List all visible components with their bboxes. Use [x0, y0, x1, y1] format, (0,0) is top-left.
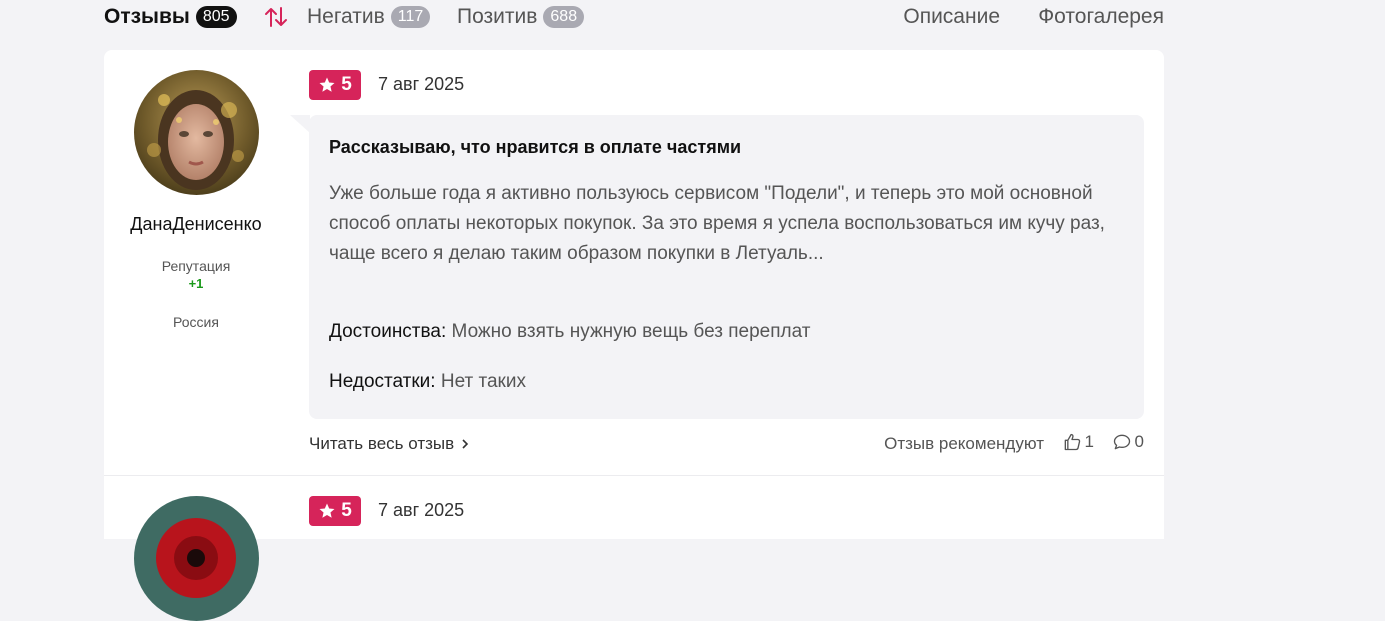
comments-count: 0 — [1134, 432, 1144, 451]
pros-text: Можно взять нужную вещь без переплат — [451, 321, 811, 342]
sort-icon[interactable] — [264, 5, 288, 29]
reviews-count-badge: 805 — [195, 6, 237, 28]
avatar[interactable] — [134, 70, 259, 195]
rating-value: 5 — [341, 500, 352, 521]
tab-positive[interactable]: Позитив 688 — [457, 4, 585, 30]
author-country: Россия — [173, 314, 219, 330]
tab-positive-label: Позитив — [457, 5, 538, 28]
reviews-list: ДанаДенисенко Репутация +1 Россия 5 7 ав… — [104, 50, 1164, 621]
review-tabs: Отзывы 805 Негатив 117 Позитив 688 Описа… — [104, 4, 1164, 30]
author-name[interactable]: ДанаДенисенко — [104, 214, 288, 235]
close-icon[interactable] — [38, 0, 66, 10]
negative-count-badge: 117 — [390, 6, 431, 28]
thumb-up-icon — [1064, 433, 1080, 451]
star-icon — [319, 77, 335, 92]
read-more-label: Читать весь отзыв — [309, 434, 455, 453]
tab-gallery[interactable]: Фотогалерея — [1038, 4, 1164, 30]
comment-icon — [1113, 434, 1130, 450]
likes-count: 1 — [1084, 432, 1094, 451]
rating-badge: 5 — [309, 70, 361, 100]
tab-negative-label: Негатив — [307, 5, 385, 28]
review-pros: Достоинства: Можно взять нужную вещь без… — [329, 321, 810, 343]
positive-count-badge: 688 — [543, 6, 585, 28]
tab-negative[interactable]: Негатив 117 — [307, 4, 431, 30]
review-title[interactable]: Рассказываю, что нравится в оплате частя… — [329, 137, 741, 158]
review-item: 5 7 авг 2025 — [104, 476, 1164, 621]
comments-button[interactable]: 0 — [1112, 432, 1144, 452]
reputation-label: Репутация — [161, 258, 231, 274]
tab-reviews-label: Отзывы — [104, 5, 190, 28]
review-date: 7 авг 2025 — [378, 74, 465, 94]
bubble-tail — [290, 115, 310, 133]
review-date: 7 авг 2025 — [378, 500, 465, 520]
cons-label: Недостатки: — [329, 371, 436, 392]
tab-description[interactable]: Описание — [903, 4, 1000, 30]
avatar[interactable] — [134, 496, 259, 621]
star-icon — [319, 503, 335, 518]
review-cons: Недостатки: Нет таких — [329, 371, 526, 393]
rating-badge: 5 — [309, 496, 361, 526]
chevron-right-icon — [462, 439, 469, 449]
review-item: ДанаДенисенко Репутация +1 Россия 5 7 ав… — [104, 50, 1164, 476]
pros-label: Достоинства: — [329, 321, 447, 342]
review-content[interactable]: Рассказываю, что нравится в оплате частя… — [309, 115, 1144, 419]
rating-value: 5 — [341, 74, 352, 95]
reputation-value: +1 — [188, 276, 204, 291]
cons-text: Нет таких — [440, 371, 526, 392]
like-button[interactable]: 1 — [1062, 432, 1094, 452]
recommend-label: Отзыв рекомендуют — [884, 434, 1044, 453]
tab-reviews[interactable]: Отзывы 805 — [104, 4, 237, 30]
read-full-review-link[interactable]: Читать весь отзыв — [309, 434, 469, 454]
review-text: Уже больше года я активно пользуюсь серв… — [329, 183, 1105, 264]
